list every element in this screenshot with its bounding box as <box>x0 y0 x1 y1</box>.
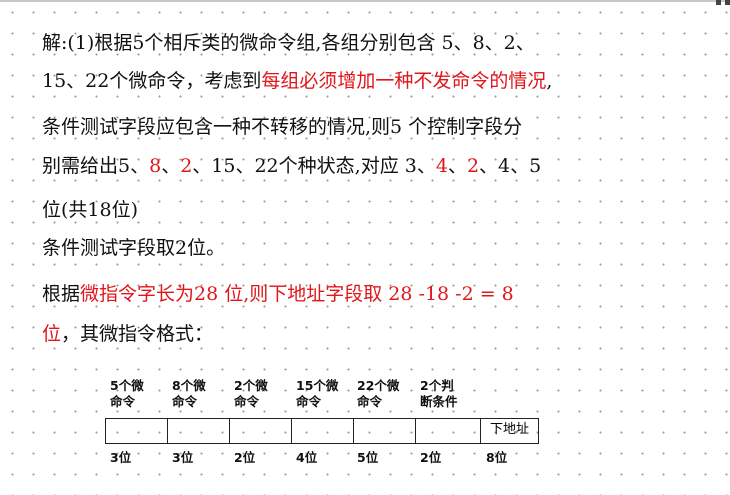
highlight-text: 每组必须增加一种不发命令的情况 <box>261 70 547 92</box>
answer-line-4: 别需给出5、8、2、15、22个种状态,对应 3、4、2、4、5 <box>42 152 541 180</box>
field-label-top: 2个判 <box>420 378 454 393</box>
field-bits-3: 2位 <box>234 450 256 465</box>
field-label-1: 5个微 命令 <box>110 378 144 410</box>
answer-text: 根据 <box>42 283 81 305</box>
field-bits-2: 3位 <box>172 450 194 465</box>
highlight-text: 2 <box>180 155 193 177</box>
answer-text: ，其微指令格式： <box>61 323 214 345</box>
highlight-text: 微指令字长为28 位,则下地址字段取 28 -18 -2 = 8 <box>80 283 514 305</box>
answer-text: 位(共18位) <box>42 199 139 221</box>
highlight-text: 位 <box>42 323 62 345</box>
answer-text: 别需给出5、 <box>42 155 150 177</box>
field-label-top: 15个微 <box>296 378 339 393</box>
format-field-2 <box>168 419 230 443</box>
answer-text: 条件测试字段取2位。 <box>42 237 226 259</box>
answer-text: 、15、22个种状态,对应 3、 <box>192 155 436 177</box>
field-label-top: 8个微 <box>172 378 206 393</box>
field-label-top: 5个微 <box>110 378 144 393</box>
field-bits-1: 3位 <box>110 450 132 465</box>
answer-text: 、4、5 <box>479 155 542 177</box>
highlight-text: 8 <box>149 155 162 177</box>
field-label-4: 15个微 命令 <box>296 378 338 410</box>
format-field-3 <box>230 419 292 443</box>
format-field-1 <box>106 419 168 443</box>
field-label-5: 22个微 命令 <box>357 378 399 410</box>
microinstruction-format: 下地址 <box>105 418 539 444</box>
answer-line-3: 条件测试字段应包含一种不转移的情况,则5 个控制字段分 <box>42 113 522 141</box>
page-top-border <box>0 0 730 2</box>
field-bits-5: 5位 <box>357 450 379 465</box>
highlight-text: 2 <box>466 155 480 177</box>
field-bits-7: 8位 <box>486 450 508 465</box>
corner-mark-right <box>725 0 730 5</box>
answer-text: 15、22个微命令，考虑到 <box>42 70 262 92</box>
answer-line-6: 条件测试字段取2位。 <box>42 234 225 262</box>
answer-line-5: 位(共18位) <box>42 196 138 224</box>
format-field-next-address: 下地址 <box>481 419 539 443</box>
field-bits-6: 2位 <box>420 450 442 465</box>
answer-text: 条件测试字段应包含一种不转移的情况,则5 个控制字段分 <box>42 116 523 138</box>
highlight-text: 4 <box>435 155 448 177</box>
document-canvas: 解:(1)根据5个相斥类的微命令组,各组分别包含 5、8、2、 15、22个微命… <box>0 0 730 495</box>
answer-text: , <box>546 70 553 92</box>
answer-line-7: 根据微指令字长为28 位,则下地址字段取 28 -18 -2 = 8 <box>42 280 514 308</box>
field-label-bottom: 命令 <box>110 394 136 409</box>
field-bits-4: 4位 <box>296 450 318 465</box>
field-label-6: 2个判 断条件 <box>420 378 458 410</box>
answer-text: 解:(1)根据5个相斥类的微命令组,各组分别包含 5、8、2、 <box>42 32 535 54</box>
answer-line-2: 15、22个微命令，考虑到每组必须增加一种不发命令的情况, <box>42 67 552 95</box>
format-field-4 <box>292 419 354 443</box>
field-label-top: 22个微 <box>357 378 400 393</box>
answer-line-1: 解:(1)根据5个相斥类的微命令组,各组分别包含 5、8、2、 <box>42 29 535 57</box>
format-field-6 <box>416 419 481 443</box>
field-label-bottom: 命令 <box>296 394 322 409</box>
answer-line-8: 位，其微指令格式： <box>42 320 213 348</box>
field-label-3: 2个微 命令 <box>234 378 268 410</box>
format-field-5 <box>354 419 416 443</box>
answer-text: 、 <box>447 155 467 177</box>
field-label-bottom: 命令 <box>234 394 260 409</box>
field-label-bottom: 断条件 <box>420 394 458 409</box>
field-label-bottom: 命令 <box>357 394 383 409</box>
corner-mark-left <box>716 0 721 5</box>
field-label-2: 8个微 命令 <box>172 378 206 410</box>
field-label-bottom: 命令 <box>172 394 198 409</box>
answer-text: 、 <box>161 155 181 177</box>
field-label-top: 2个微 <box>234 378 268 393</box>
